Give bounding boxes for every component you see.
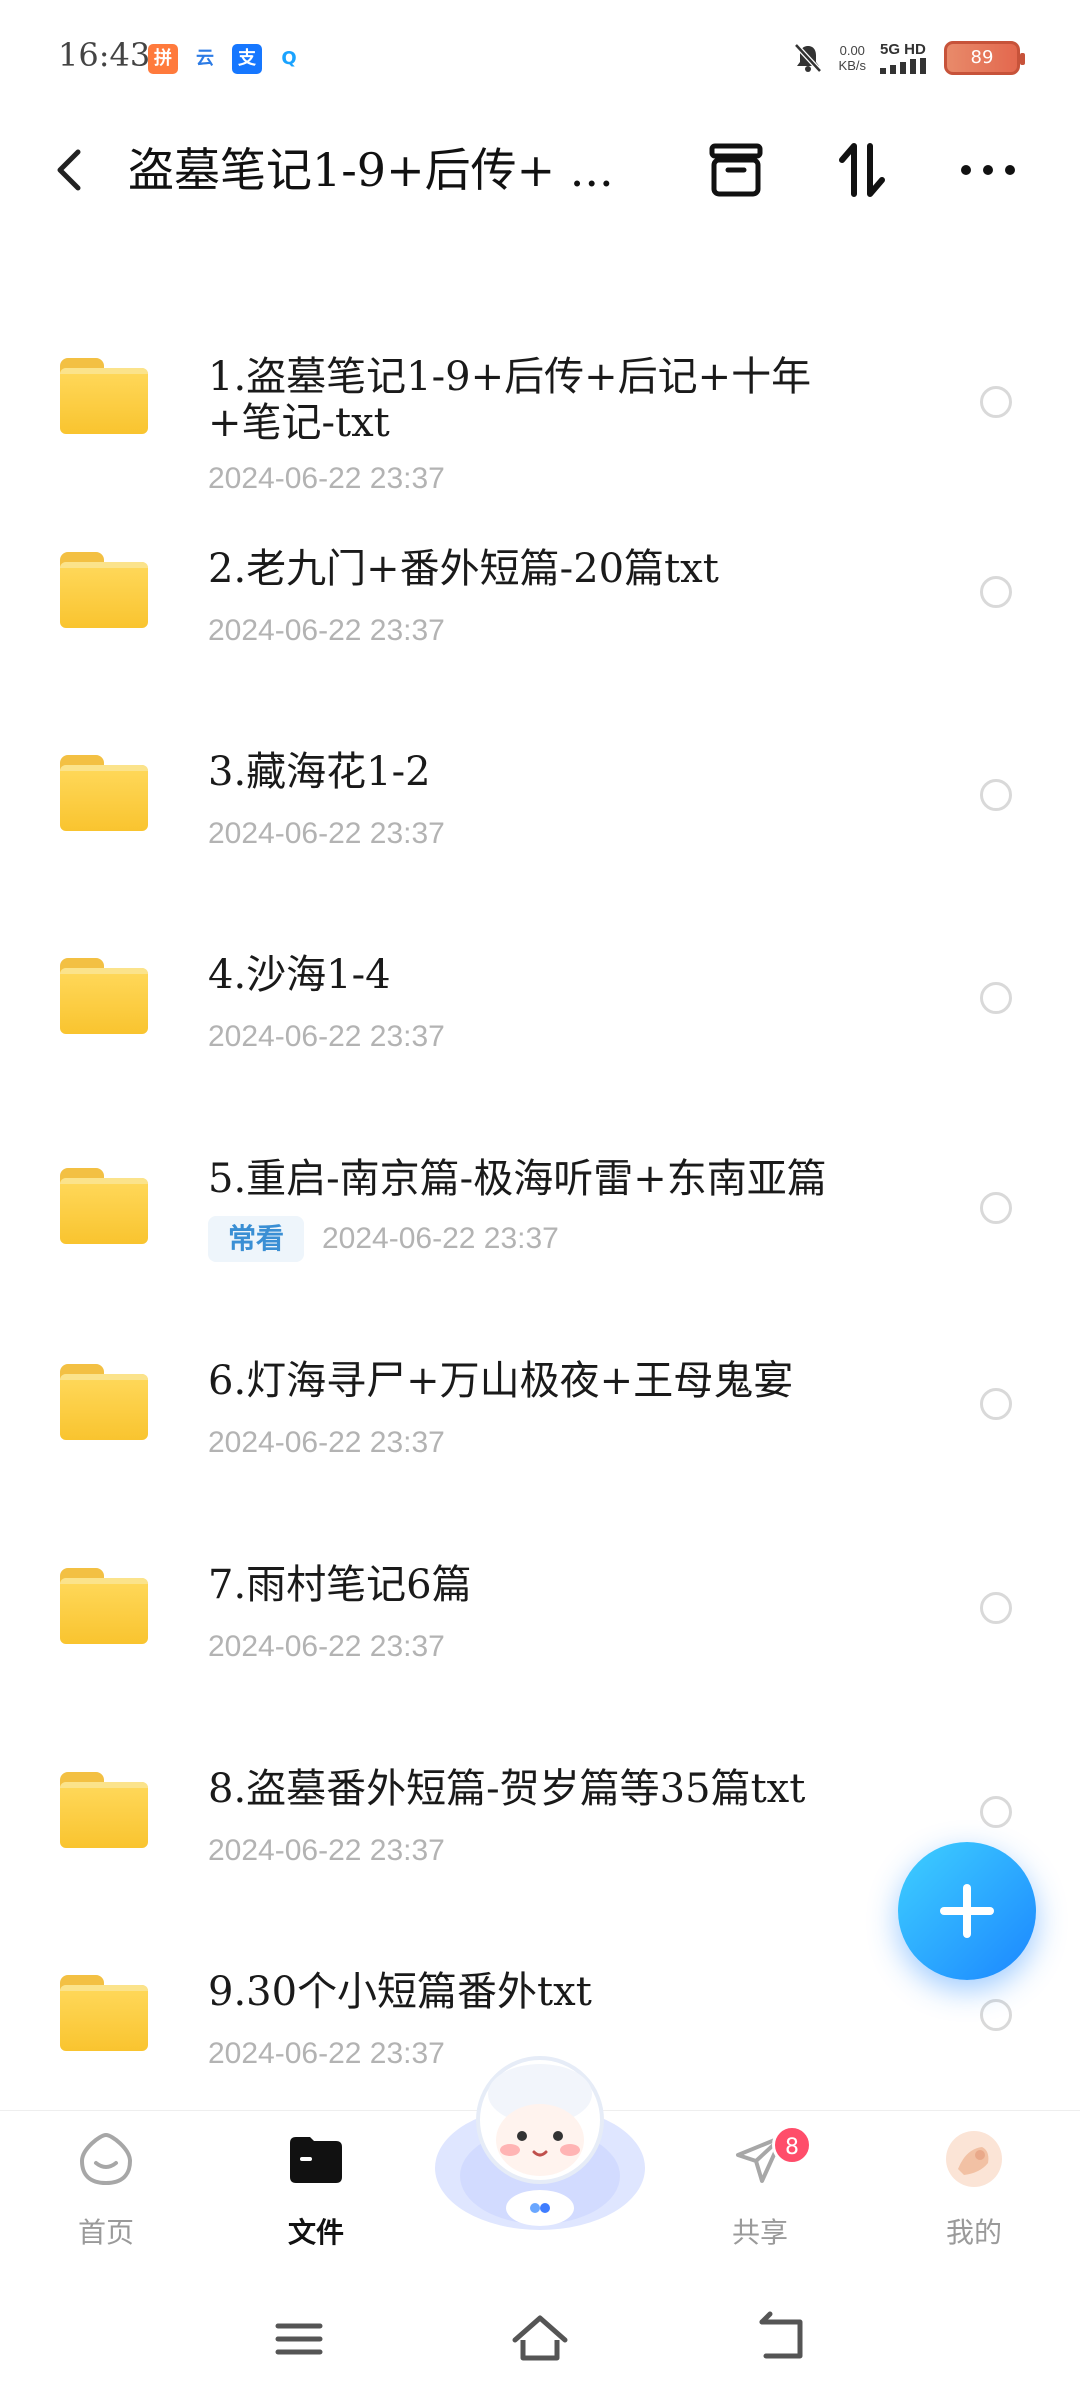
folder-icon — [60, 958, 148, 1034]
nav-files-label: 文件 — [287, 2216, 344, 2249]
more-icon[interactable] — [956, 138, 1020, 202]
nav-mine[interactable]: 我的 — [894, 2111, 1054, 2281]
signal-indicator: 5G HD — [880, 42, 930, 74]
nav-share-label: 共享 — [731, 2216, 788, 2249]
nav-share[interactable]: 8 共享 — [680, 2111, 840, 2281]
battery-indicator: 89 — [944, 41, 1025, 75]
folder-icon — [60, 358, 148, 434]
status-time: 16:43 — [58, 36, 151, 74]
select-radio[interactable] — [980, 1592, 1012, 1624]
file-date: 2024-06-22 23:37 — [208, 2037, 445, 2070]
home-icon — [79, 2132, 133, 2186]
folder-icon — [60, 1975, 148, 2051]
file-date: 2024-06-22 23:37 — [208, 614, 445, 647]
mute-bell-icon — [793, 43, 822, 73]
sort-icon[interactable] — [830, 138, 894, 202]
file-date: 2024-06-22 23:37 — [208, 817, 445, 850]
file-name: 9.30个小短篇番外txt — [208, 1969, 592, 2015]
list-item[interactable]: 2.老九门+番外短篇-20篇txt 2024-06-22 23:37 — [0, 530, 1080, 670]
folder-icon — [60, 1568, 148, 1644]
pinduoduo-app-icon: 拼 — [148, 44, 178, 74]
list-item[interactable]: 3.藏海花1-2 2024-06-22 23:37 — [0, 733, 1080, 873]
baidu-netdisk-app-icon: 云 — [190, 44, 220, 74]
header: 盗墓笔记1-9+后传+ ... — [0, 120, 1080, 220]
mascot-assistant-button[interactable] — [430, 2048, 650, 2238]
page-title: 盗墓笔记1-9+后传+ ... — [128, 143, 614, 197]
list-item[interactable]: 1.盗墓笔记1-9+后传+后记+十年+笔记-txt 2024-06-22 23:… — [0, 320, 1080, 495]
list-item[interactable]: 6.灯海寻尸+万山极夜+王母鬼宴 2024-06-22 23:37 — [0, 1342, 1080, 1482]
home-system-icon[interactable] — [505, 2304, 575, 2374]
file-date: 2024-06-22 23:37 — [208, 1020, 445, 1053]
folder-icon — [60, 1772, 148, 1848]
share-badge: 8 — [772, 2125, 812, 2165]
select-radio[interactable] — [980, 1796, 1012, 1828]
select-radio[interactable] — [980, 1999, 1012, 2031]
status-bar: 16:43 拼 云 支 Q 0.00 KB/s 5G HD 89 — [0, 0, 1080, 110]
file-date: 2024-06-22 23:37 — [208, 1426, 445, 1459]
file-name: 2.老九门+番外短篇-20篇txt — [208, 546, 719, 592]
back-system-icon[interactable] — [746, 2304, 816, 2374]
folder-icon — [60, 1364, 148, 1440]
file-name: 3.藏海花1-2 — [208, 749, 431, 795]
nav-mine-label: 我的 — [945, 2216, 1002, 2249]
status-indicators: 0.00 KB/s 5G HD 89 — [791, 38, 1025, 78]
folder-icon — [60, 1168, 148, 1244]
file-name: 1.盗墓笔记1-9+后传+后记+十年+笔记-txt — [208, 354, 812, 446]
avatar — [946, 2131, 1002, 2187]
system-nav-bar — [0, 2280, 1080, 2400]
signal-bars-icon — [880, 58, 926, 74]
select-radio[interactable] — [980, 576, 1012, 608]
select-radio[interactable] — [980, 386, 1012, 418]
select-radio[interactable] — [980, 1388, 1012, 1420]
net-speed: 0.00 KB/s — [838, 43, 866, 73]
folder-icon — [60, 552, 148, 628]
file-name: 7.雨村笔记6篇 — [208, 1562, 472, 1608]
nav-home[interactable]: 首页 — [26, 2111, 186, 2281]
select-radio[interactable] — [980, 1192, 1012, 1224]
archive-icon[interactable] — [704, 138, 768, 202]
select-radio[interactable] — [980, 982, 1012, 1014]
list-item[interactable]: 5.重启-南京篇-极海听雷+东南亚篇 常看 2024-06-22 23:37 — [0, 1140, 1080, 1290]
screen: 16:43 拼 云 支 Q 0.00 KB/s 5G HD 89 盗墓笔记1-9… — [0, 0, 1080, 2400]
alipay-app-icon: 支 — [232, 44, 262, 74]
select-radio[interactable] — [980, 779, 1012, 811]
list-item[interactable]: 4.沙海1-4 2024-06-22 23:37 — [0, 936, 1080, 1076]
file-date: 2024-06-22 23:37 — [208, 462, 445, 495]
nav-files[interactable]: 文件 — [236, 2111, 396, 2281]
list-item[interactable]: 7.雨村笔记6篇 2024-06-22 23:37 — [0, 1546, 1080, 1686]
file-name: 4.沙海1-4 — [208, 952, 391, 998]
folder-nav-icon — [290, 2137, 342, 2183]
nav-home-label: 首页 — [77, 2216, 134, 2249]
qq-app-icon: Q — [274, 44, 304, 74]
file-date: 2024-06-22 23:37 — [208, 1834, 445, 1867]
add-button[interactable] — [898, 1842, 1036, 1980]
menu-icon[interactable] — [264, 2304, 334, 2374]
file-name: 6.灯海寻尸+万山极夜+王母鬼宴 — [208, 1358, 794, 1404]
folder-icon — [60, 755, 148, 831]
frequent-tag: 常看 — [208, 1216, 304, 1262]
file-name: 5.重启-南京篇-极海听雷+东南亚篇 — [208, 1156, 827, 1202]
back-icon[interactable] — [42, 140, 102, 200]
file-date: 2024-06-22 23:37 — [208, 1630, 445, 1663]
file-date: 2024-06-22 23:37 — [322, 1222, 559, 1255]
file-name: 8.盗墓番外短篇-贺岁篇等35篇txt — [208, 1766, 806, 1812]
